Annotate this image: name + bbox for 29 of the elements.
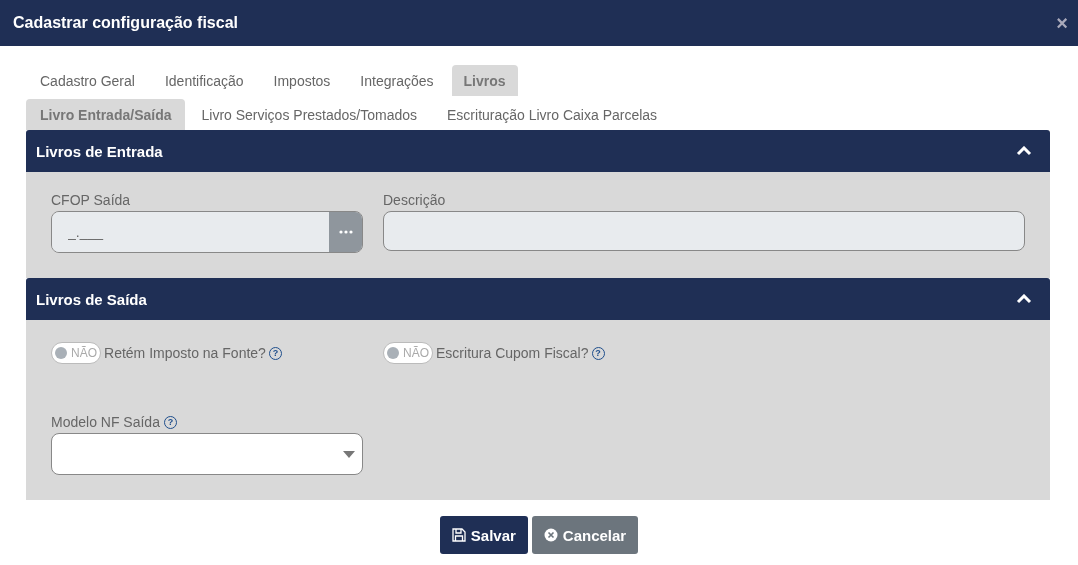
dropdown-caret-icon xyxy=(343,450,355,458)
chevron-up-icon[interactable] xyxy=(1016,146,1032,156)
field-label: Modelo NF Saída xyxy=(51,414,160,430)
description-field[interactable] xyxy=(383,211,1025,251)
tab[interactable]: Integrações xyxy=(348,65,446,96)
tab[interactable]: Impostos xyxy=(261,65,343,96)
save-button[interactable]: Salvar xyxy=(439,516,528,554)
section-header[interactable]: Livros de Saída xyxy=(26,278,1050,320)
tab[interactable]: Livros xyxy=(451,65,518,96)
section-header[interactable]: Livros de Entrada xyxy=(26,130,1050,172)
toggle-label: Retém Imposto na Fonte? xyxy=(104,345,266,361)
subtab[interactable]: Livro Entrada/Saída xyxy=(26,99,186,130)
cancel-button[interactable]: Cancelar xyxy=(531,516,639,554)
tab[interactable]: Cadastro Geral xyxy=(28,65,147,96)
section-title: Livros de Entrada xyxy=(36,142,163,160)
cancel-icon xyxy=(543,528,558,542)
save-icon xyxy=(451,528,466,542)
window-title: Cadastrar configuração fiscal xyxy=(13,14,238,32)
section-title: Livros de Saída xyxy=(36,290,147,308)
chevron-up-icon[interactable] xyxy=(1016,294,1032,304)
field-label: Descrição xyxy=(383,192,447,208)
subtab[interactable]: Livro Serviços Prestados/Tomados xyxy=(187,99,432,130)
field-label: CFOP Saída xyxy=(51,192,132,208)
toggle-label: Escritura Cupom Fiscal? xyxy=(436,345,589,361)
subtab[interactable]: Escrituração Livro Caixa Parcelas xyxy=(433,99,672,130)
cfop-field[interactable]: _.___ xyxy=(51,211,363,253)
close-button[interactable]: × xyxy=(1056,11,1068,35)
select-field[interactable] xyxy=(51,433,363,475)
tab[interactable]: Identificação xyxy=(152,65,256,96)
